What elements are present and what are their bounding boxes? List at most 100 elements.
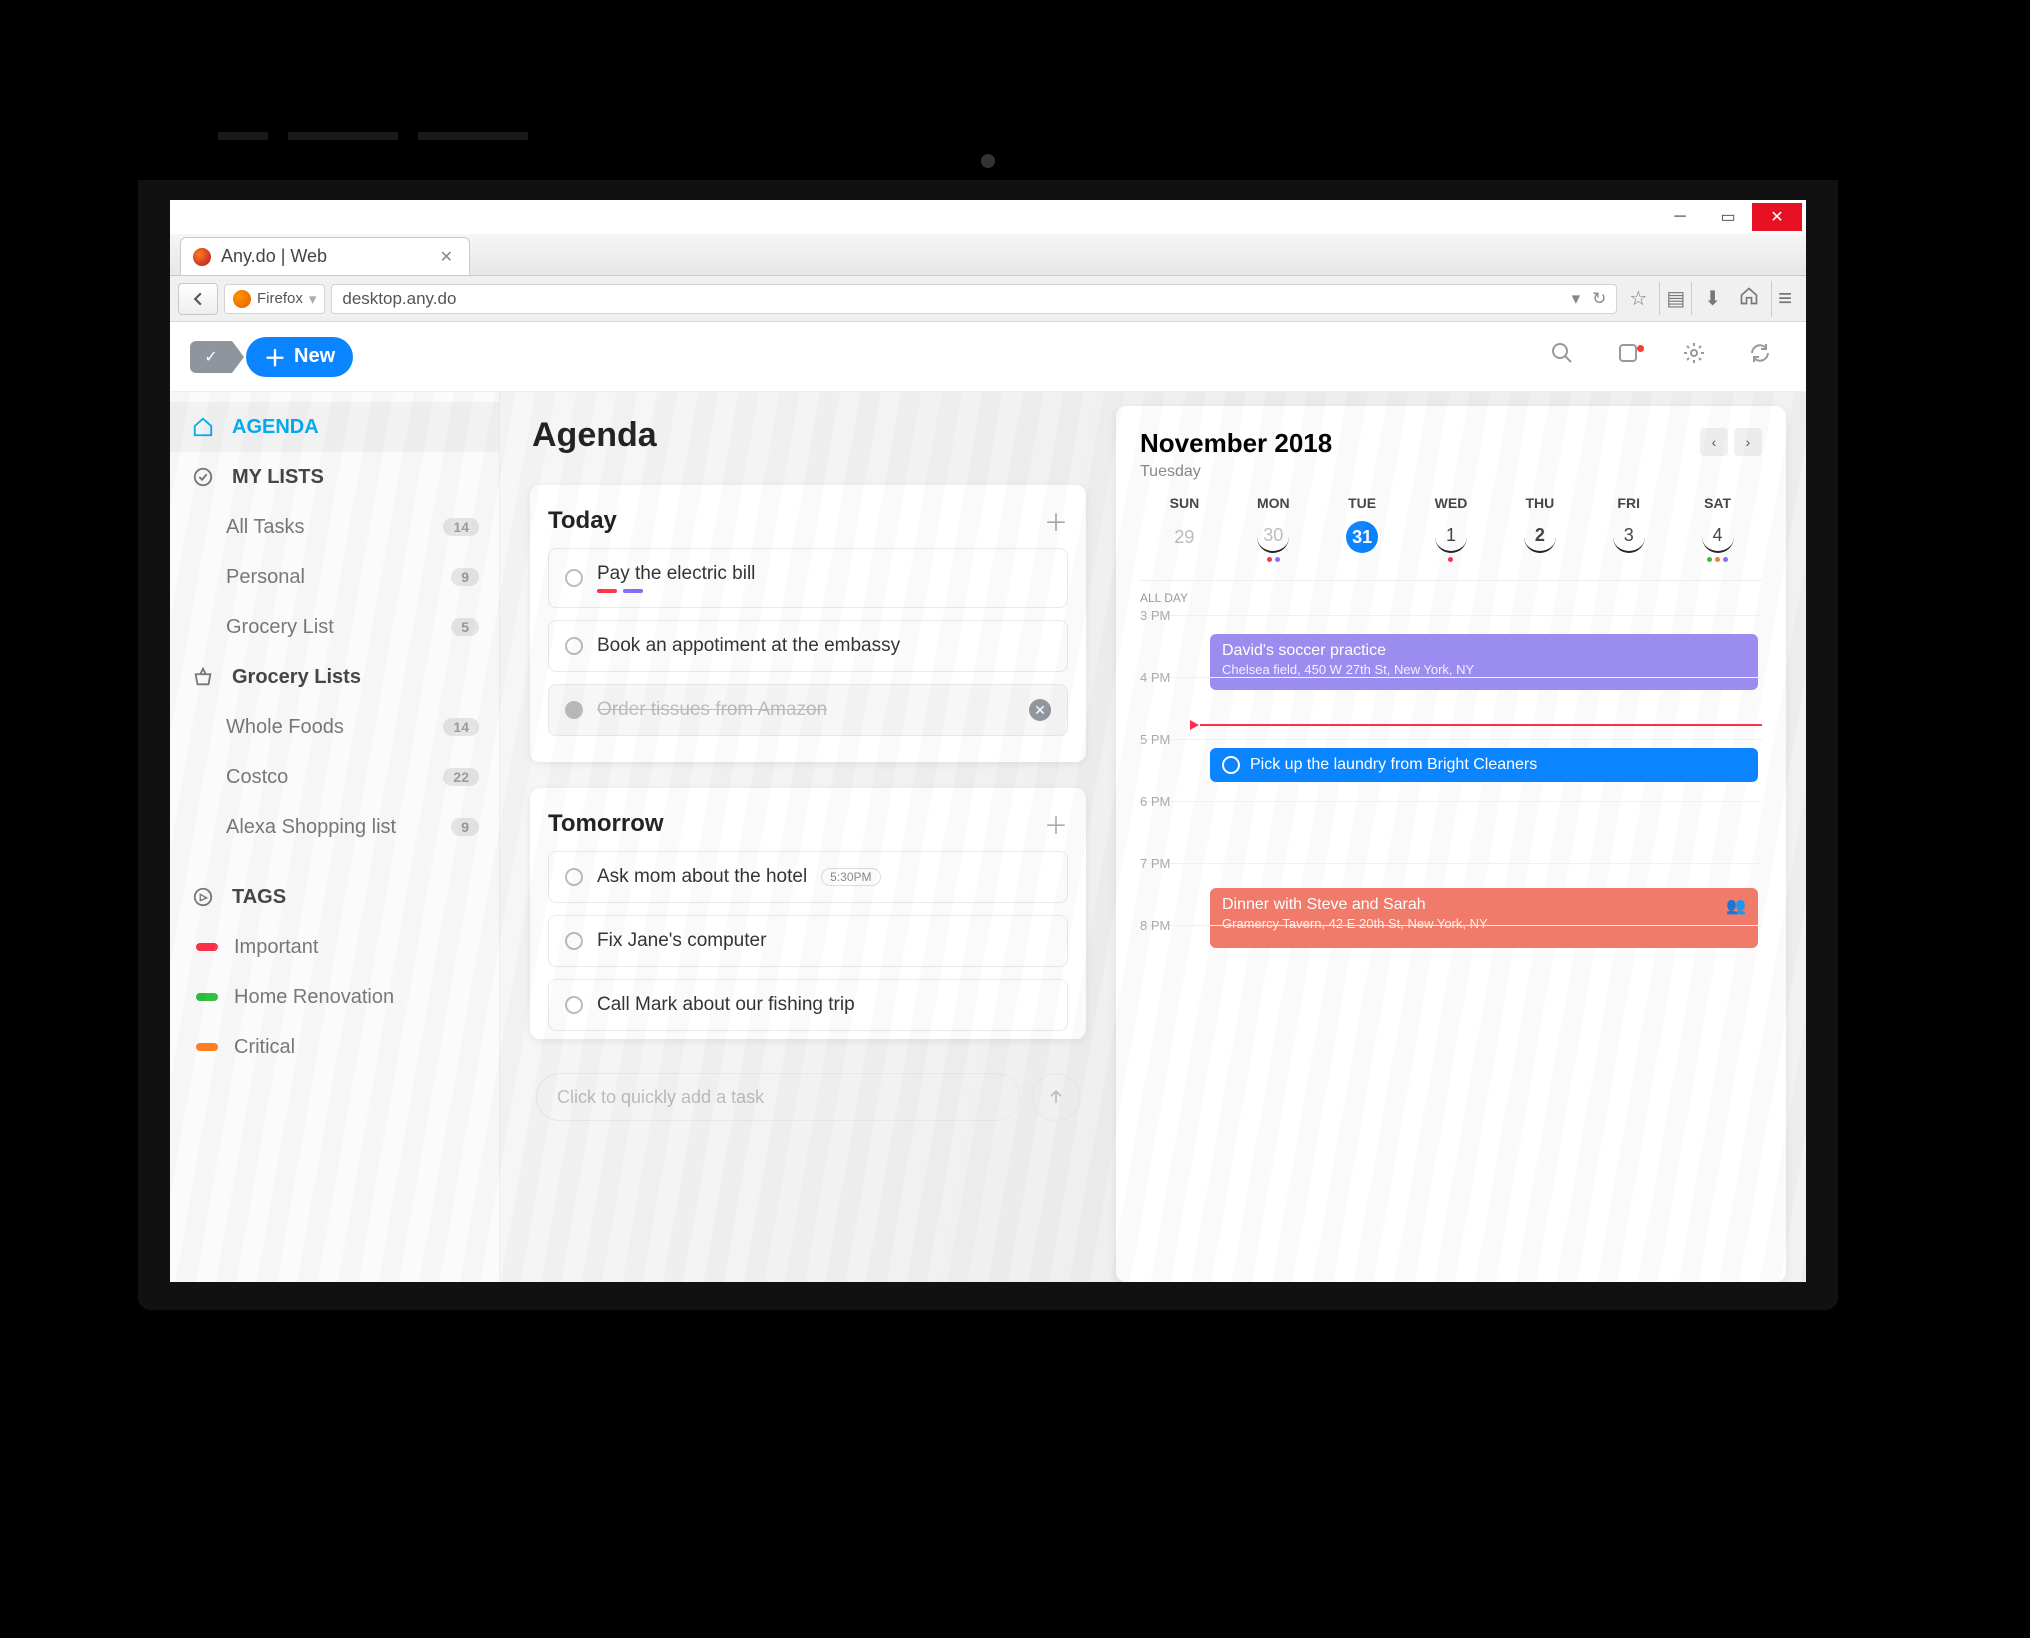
cal-next-button[interactable]: › [1734, 428, 1762, 456]
reload-icon[interactable]: ↻ [1592, 289, 1606, 309]
new-button[interactable]: ＋ New [246, 337, 353, 377]
screen: ─ ▭ ✕ Any.do | Web ✕ Firefox ▾ desktop.a [170, 200, 1806, 1282]
sidebar-tag-critical[interactable]: Critical [170, 1022, 499, 1072]
task-item[interactable]: Ask mom about the hotel 5:30PM [548, 851, 1068, 903]
sidebar-item-grocerylist[interactable]: Grocery List 5 [170, 602, 499, 652]
bookmark-icon[interactable]: ☆ [1623, 282, 1653, 315]
task-checkbox[interactable] [565, 996, 583, 1014]
basket-icon [190, 666, 216, 688]
task-item[interactable]: Order tissues from Amazon ✕ [548, 684, 1068, 736]
sidebar-section-mylists[interactable]: MY LISTS [170, 452, 499, 502]
check-circle-icon [190, 466, 216, 488]
task-time: 5:30PM [821, 868, 880, 886]
sidebar-item-alexa[interactable]: Alexa Shopping list 9 [170, 802, 499, 852]
minimize-button[interactable]: ─ [1656, 203, 1704, 231]
task-item[interactable]: Fix Jane's computer [548, 915, 1068, 967]
home-icon [190, 416, 216, 438]
app-body: AGENDA MY LISTS All Tasks 14 Personal [170, 392, 1806, 1282]
calendar-timeline[interactable]: ALL DAY 3 PM David's soccer practice Che… [1140, 580, 1762, 1282]
firefox-nav-label[interactable]: Firefox ▾ [224, 284, 325, 314]
event-laundry[interactable]: Pick up the laundry from Bright Cleaners [1210, 748, 1758, 782]
date-cell[interactable]: 29 [1140, 521, 1229, 562]
date-cell[interactable]: 1 [1407, 521, 1496, 562]
address-bar[interactable]: desktop.any.do ▾ ↻ [331, 284, 1617, 314]
calendar-dates: 29 30 31 1 2 3 4 [1140, 521, 1762, 562]
date-cell[interactable]: 4 [1673, 521, 1762, 562]
back-button[interactable] [178, 283, 218, 315]
tag-swatch [196, 943, 218, 951]
sidebar-tag-important[interactable]: Important [170, 922, 499, 972]
search-icon[interactable] [1536, 341, 1588, 372]
sidebar-item-alltasks[interactable]: All Tasks 14 [170, 502, 499, 552]
sync-icon[interactable] [1734, 341, 1786, 372]
add-today-button[interactable]: ＋ [1044, 503, 1068, 538]
tablet-buttons [218, 132, 528, 140]
attendees-icon: 👥 [1726, 896, 1746, 916]
dropdown-icon: ▾ [309, 290, 317, 308]
dropdown-icon[interactable]: ▾ [1572, 289, 1581, 309]
app-root: ✓ ＋ New [170, 322, 1806, 1282]
browser-tabbar: Any.do | Web ✕ [170, 234, 1806, 276]
tag-swatch [196, 993, 218, 1001]
quick-add-row: Click to quickly add a task [530, 1065, 1086, 1121]
maximize-button[interactable]: ▭ [1704, 203, 1752, 231]
calendar-card: November 2018 Tuesday ‹ › SUNMON TUEWED [1116, 406, 1786, 1282]
date-cell[interactable]: 3 [1584, 521, 1673, 562]
task-ring-icon [1222, 756, 1240, 774]
sidebar-item-agenda[interactable]: AGENDA [170, 402, 499, 452]
allday-label: ALL DAY [1140, 581, 1762, 615]
task-item[interactable]: Call Mark about our fishing trip [548, 979, 1068, 1031]
calendar-weekdays: SUNMON TUEWED THUFRI SAT [1140, 495, 1762, 511]
date-cell[interactable]: 30 [1229, 521, 1318, 562]
notifications-icon[interactable] [1602, 341, 1654, 372]
app-toolbar: ✓ ＋ New [170, 322, 1806, 392]
tomorrow-card: Tomorrow ＋ Ask mom about the hotel 5:30P… [530, 788, 1086, 1039]
quick-add-input[interactable]: Click to quickly add a task [536, 1073, 1020, 1121]
settings-icon[interactable] [1668, 341, 1720, 372]
calendar-day: Tuesday [1140, 463, 1332, 481]
delete-task-icon[interactable]: ✕ [1029, 699, 1051, 721]
now-indicator [1200, 724, 1762, 726]
browser-tab[interactable]: Any.do | Web ✕ [180, 237, 470, 275]
task-checkbox[interactable] [565, 637, 583, 655]
tag-chip-icon[interactable]: ✓ [190, 341, 232, 373]
back-icon [191, 292, 205, 306]
page-title: Agenda [532, 416, 1084, 455]
plus-icon: ＋ [264, 341, 286, 373]
sidebar-tag-home[interactable]: Home Renovation [170, 972, 499, 1022]
url-text: desktop.any.do [342, 289, 456, 309]
firefox-icon [233, 290, 251, 308]
today-card: Today ＋ Pay the electric bill [530, 485, 1086, 762]
home-icon[interactable] [1733, 282, 1765, 316]
menu-icon[interactable]: ≡ [1771, 281, 1798, 317]
sidebar: AGENDA MY LISTS All Tasks 14 Personal [170, 392, 500, 1282]
add-tomorrow-button[interactable]: ＋ [1044, 806, 1068, 841]
close-button[interactable]: ✕ [1752, 203, 1802, 231]
tomorrow-heading: Tomorrow [548, 810, 664, 838]
reader-icon[interactable]: ▤ [1659, 282, 1692, 315]
task-checkbox[interactable] [565, 932, 583, 950]
sidebar-item-costco[interactable]: Costco 22 [170, 752, 499, 802]
browser-urlbar: Firefox ▾ desktop.any.do ▾ ↻ ☆ ▤ ⬇ ≡ [170, 276, 1806, 322]
sidebar-item-wholefoods[interactable]: Whole Foods 14 [170, 702, 499, 752]
sidebar-section-tags[interactable]: TAGS [170, 872, 499, 922]
window-controls: ─ ▭ ✕ [170, 200, 1806, 234]
task-item[interactable]: Pay the electric bill [548, 548, 1068, 608]
task-checkbox[interactable] [565, 701, 583, 719]
cal-prev-button[interactable]: ‹ [1700, 428, 1728, 456]
tab-close-icon[interactable]: ✕ [436, 243, 457, 271]
sidebar-item-personal[interactable]: Personal 9 [170, 552, 499, 602]
date-cell[interactable]: 2 [1495, 521, 1584, 562]
main-column: Agenda Today ＋ Pay the electric bill [500, 392, 1090, 1282]
calendar-column: November 2018 Tuesday ‹ › SUNMON TUEWED [1090, 392, 1806, 1282]
calendar-title: November 2018 [1140, 428, 1332, 459]
quick-add-submit[interactable] [1032, 1073, 1080, 1121]
task-checkbox[interactable] [565, 868, 583, 886]
download-icon[interactable]: ⬇ [1698, 282, 1727, 315]
tab-title: Any.do | Web [221, 246, 327, 267]
sidebar-section-grocery[interactable]: Grocery Lists [170, 652, 499, 702]
date-cell-today[interactable]: 31 [1318, 521, 1407, 562]
task-item[interactable]: Book an appotiment at the embassy [548, 620, 1068, 672]
task-checkbox[interactable] [565, 569, 583, 587]
tags-icon [190, 886, 216, 908]
